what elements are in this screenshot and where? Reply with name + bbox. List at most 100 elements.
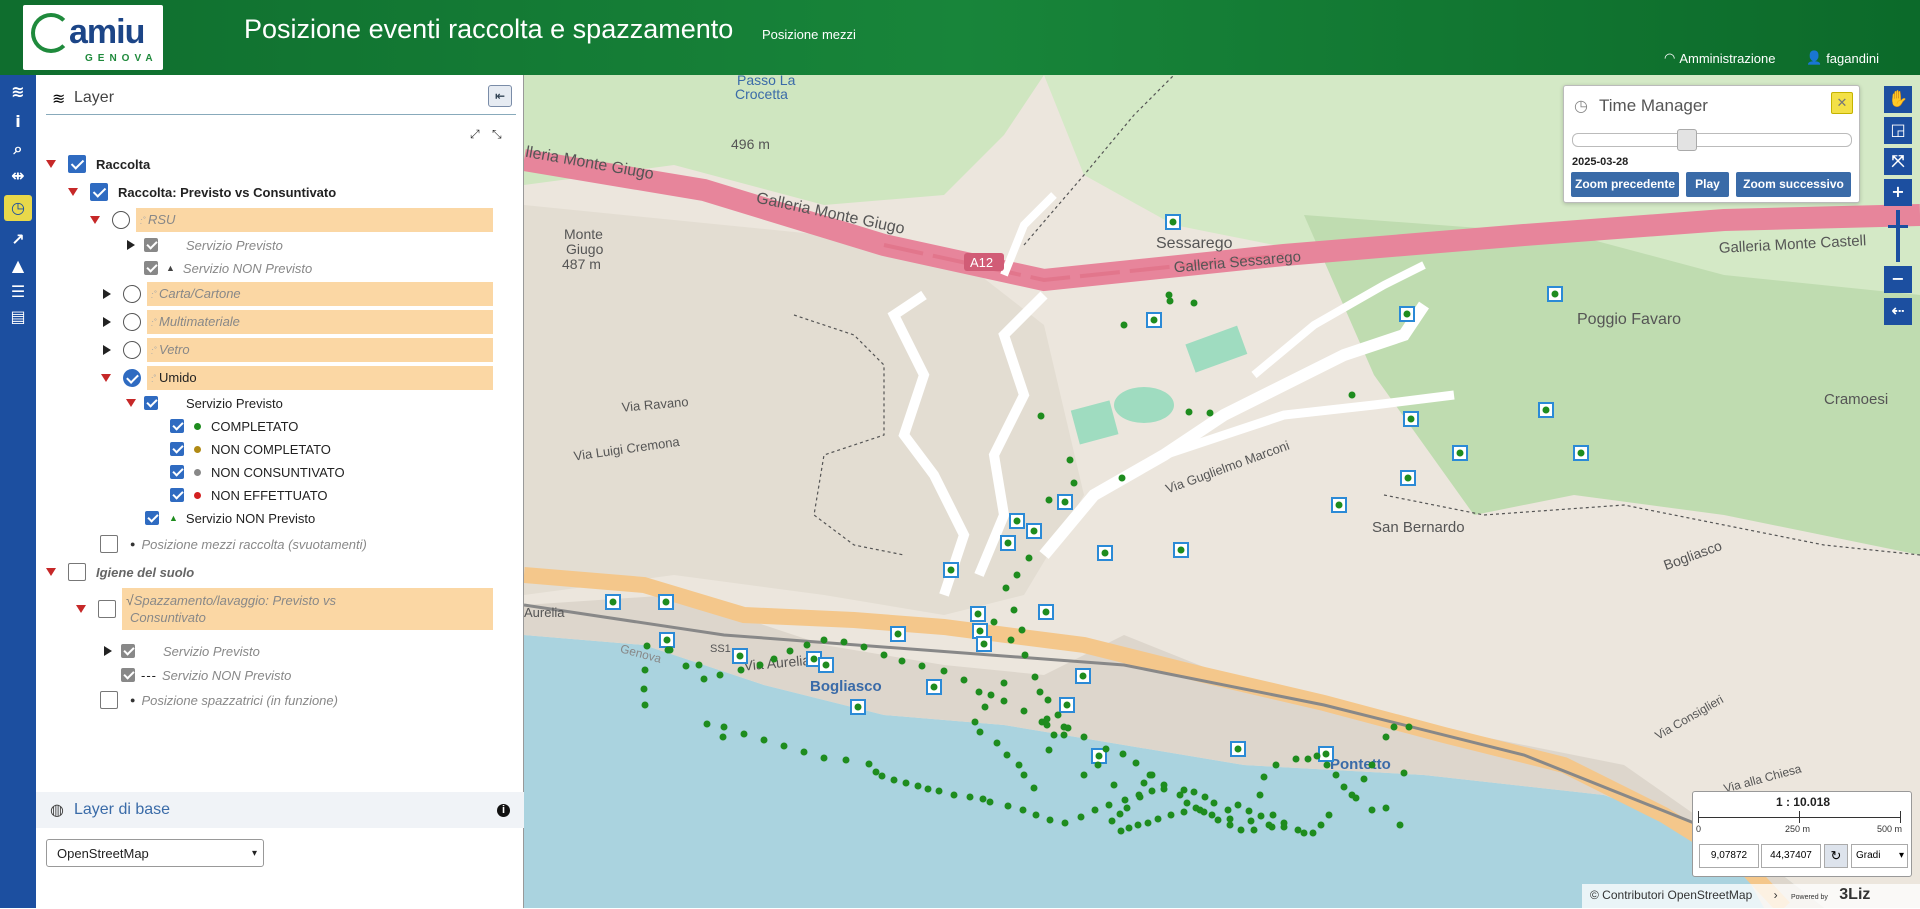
legend-list-icon[interactable]: ☰ [4,279,32,305]
attribution-text[interactable]: © Contributori OpenStreetMap [1590,888,1752,902]
map-marker-dot[interactable] [1044,696,1052,704]
map-marker-dot[interactable] [1105,801,1113,809]
layer-rsu-previsto[interactable]: Servizio Previsto [127,233,283,257]
map-marker-dot[interactable] [1551,290,1559,298]
map-marker-dot[interactable] [902,779,910,787]
map-marker-dot[interactable] [1119,750,1127,758]
expand-arrow-icon[interactable] [101,374,111,382]
map-marker-dot[interactable] [1214,816,1222,824]
map-marker-dot[interactable] [643,642,651,650]
map-marker-dot[interactable] [914,782,922,790]
map-marker-dot[interactable] [640,685,648,693]
map-marker-dot[interactable] [1134,821,1142,829]
map-marker-dot[interactable] [1368,806,1376,814]
map-marker-dot[interactable] [1045,496,1053,504]
layer-group-raccolta[interactable]: Raccolta [46,152,150,176]
admin-link[interactable]: ◠ Amministrazione [1664,50,1775,66]
map-marker-dot[interactable] [1132,759,1140,767]
map-marker-dot[interactable] [1348,391,1356,399]
umido-radio[interactable] [123,369,141,387]
geolocate-icon[interactable]: ⇠ [1884,298,1912,325]
zoom-in-button[interactable]: + [1884,179,1912,206]
chevron-right-icon[interactable]: › [1774,888,1778,902]
expand-arrow-icon[interactable] [46,568,56,576]
map-marker-dot[interactable] [1325,811,1333,819]
map-marker-dot[interactable] [822,661,830,669]
rsu-radio[interactable] [112,211,130,229]
map-marker-dot[interactable] [1234,801,1242,809]
time-slider-handle[interactable] [1677,129,1697,151]
map-marker-dot[interactable] [1079,672,1087,680]
layer-carta[interactable]: :˚ Carta/Cartone [103,282,493,306]
map-marker-dot[interactable] [1382,804,1390,812]
map-marker-dot[interactable] [1000,679,1008,687]
map-marker-dot[interactable] [918,662,926,670]
map-marker-dot[interactable] [842,756,850,764]
map-marker-dot[interactable] [1309,829,1317,837]
map-marker-dot[interactable] [803,641,811,649]
legend-non-completato[interactable]: NON COMPLETATO [170,437,331,461]
map-marker-dot[interactable] [1020,771,1028,779]
map-marker-dot[interactable] [1352,794,1360,802]
map-marker-dot[interactable] [641,701,649,709]
map-marker-dot[interactable] [1404,474,1412,482]
map-marker-dot[interactable] [1018,626,1026,634]
zoom-previous-button[interactable]: Zoom precedente [1571,172,1679,197]
layer-umido-non-previsto[interactable]: ▲ Servizio NON Previsto [145,506,315,530]
map-marker-dot[interactable] [1294,826,1302,834]
map-marker-dot[interactable] [1043,715,1051,723]
spazzamento-checkbox[interactable] [98,600,116,618]
map-marker-dot[interactable] [1140,779,1148,787]
map-marker-dot[interactable] [1061,498,1069,506]
non-effettuato-checkbox[interactable] [170,488,184,502]
map-marker-dot[interactable] [1144,819,1152,827]
map-marker-dot[interactable] [966,793,974,801]
expand-all-icon[interactable]: ⤢ [470,127,480,142]
map-marker-dot[interactable] [1000,697,1008,705]
expand-arrow-icon[interactable] [76,605,86,613]
map-marker-dot[interactable] [1094,761,1102,769]
map-marker-dot[interactable] [1577,449,1585,457]
zoom-extent-icon[interactable]: ⤧ [1884,148,1912,175]
user-menu[interactable]: 👤 fagandini [1806,50,1879,66]
map-marker-dot[interactable] [1025,554,1033,562]
map-marker-dot[interactable] [1117,827,1125,835]
map-marker-dot[interactable] [1080,771,1088,779]
map-marker-dot[interactable] [756,661,764,669]
map-marker-dot[interactable] [1121,796,1129,804]
layer-vetro[interactable]: :˚ Vetro [103,338,493,362]
map-marker-dot[interactable] [1405,723,1413,731]
rsu-non-previsto-checkbox[interactable] [144,261,158,275]
map-marker-dot[interactable] [737,666,745,674]
map-marker-dot[interactable] [663,636,671,644]
expand-arrow-icon[interactable] [127,240,135,250]
map-marker-dot[interactable] [1070,479,1078,487]
map-marker-dot[interactable] [1272,761,1280,769]
layer-rsu-non-previsto[interactable]: ▲ Servizio NON Previsto [144,256,312,280]
map-marker-dot[interactable] [872,768,880,776]
map-marker-dot[interactable] [1063,701,1071,709]
map-marker-dot[interactable] [1030,784,1038,792]
map-marker-dot[interactable] [1146,771,1154,779]
completato-checkbox[interactable] [170,419,184,433]
map-marker-dot[interactable] [662,598,670,606]
map-marker-dot[interactable] [860,643,868,651]
map-marker-dot[interactable] [1042,608,1050,616]
map-marker-dot[interactable] [1177,546,1185,554]
map-marker-dot[interactable] [1101,549,1109,557]
raccolta-checkbox[interactable] [68,155,86,173]
expand-arrow-icon[interactable] [68,188,78,196]
map-marker-dot[interactable] [1148,787,1156,795]
map-marker-dot[interactable] [924,785,932,793]
road-icon[interactable]: ▲ [4,253,32,279]
map-marker-dot[interactable] [609,598,617,606]
map-marker-dot[interactable] [1265,821,1273,829]
expand-arrow-icon[interactable] [103,289,111,299]
map-marker-dot[interactable] [890,776,898,784]
map-marker-dot[interactable] [1020,707,1028,715]
map-marker-dot[interactable] [894,630,902,638]
map-marker-dot[interactable] [1196,806,1204,814]
map-marker-dot[interactable] [865,760,873,768]
map-marker-dot[interactable] [1118,474,1126,482]
map-marker-dot[interactable] [1256,791,1264,799]
